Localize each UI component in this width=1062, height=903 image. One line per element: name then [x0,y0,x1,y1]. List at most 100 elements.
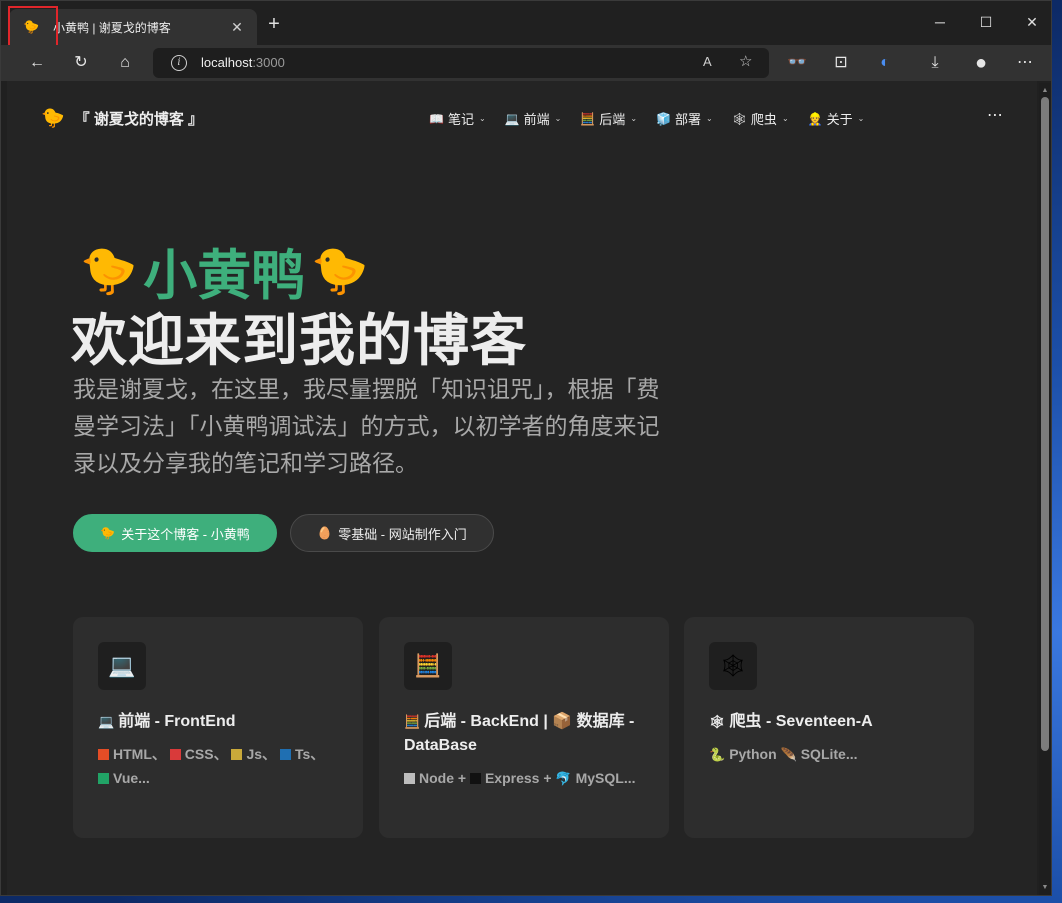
chevron-down-icon: ⌄ [478,114,486,123]
css-icon [169,749,181,760]
site-info-icon[interactable]: i [171,55,187,71]
read-aloud-icon[interactable]: A [703,54,712,69]
tech-label: HTML、 [113,746,166,762]
home-button[interactable]: ⌂ [111,50,139,76]
extension-blue-icon[interactable]: ◐ [871,50,899,76]
nav-item-notes[interactable]: 📖 笔记 ⌄ [429,109,486,128]
new-tab-button[interactable]: + [263,13,285,35]
profile-avatar[interactable]: ● [967,50,995,76]
tab-title: 小黄鸭 | 谢夏戈的博客 [53,20,171,35]
url-text[interactable]: localhost:3000 [201,55,285,70]
tech-item-python: 🐍 Python [709,746,781,762]
tech-label: SQLite... [800,746,858,762]
book-icon: 📖 [429,111,444,126]
add-favorite-icon[interactable]: ☆ [739,52,752,70]
nav-label: 部署 [674,112,701,127]
tech-item-js: Js、 [231,746,276,762]
extension-face-icon[interactable]: ⊡ [827,50,855,76]
nav-item-backend[interactable]: 🧮 后端 ⌄ [580,109,637,128]
tab-favicon-icon: 🐤 [23,19,40,34]
chevron-down-icon: ⌄ [857,114,865,123]
tech-label: Vue... [113,770,150,786]
nav-item-frontend[interactable]: 💻 前端 ⌄ [505,109,562,128]
chevron-down-icon: ⌄ [781,114,789,123]
abacus-icon: 🧮 [580,111,596,126]
browser-tab[interactable]: 🐤 小黄鸭 | 谢夏戈的博客 ✕ [9,9,257,45]
abacus-icon: 🧮 [404,714,421,729]
tech-label: Python [729,746,781,762]
nav-label: 后端 [599,112,626,127]
vue-icon [98,773,109,784]
tech-item-sqlite: 🪶 SQLite... [781,746,858,762]
nav-item-deploy[interactable]: 🧊 部署 ⌄ [656,109,713,128]
scrollbar-thumb[interactable] [1041,97,1049,751]
back-button[interactable]: ← [23,50,51,76]
site-brand[interactable]: 🐤 『 谢夏戈的博客 』 [41,106,203,130]
ts-icon [279,749,291,760]
card-description: Node + Express + 🐬 MySQL... [404,766,649,791]
laptop-icon: 💻 [504,111,520,126]
sqlite-icon: 🪶 [780,747,797,762]
tech-item-node: Node + [404,770,470,786]
feature-card-crawler[interactable]: 🕸 🕸 爬虫 - Seventeen-A 🐍 Python 🪶 SQLite... [684,617,974,838]
beginner-guide-button[interactable]: 🥚 零基础 - 网站制作入门 [290,514,494,552]
minimize-button[interactable]: ─ [917,11,963,33]
hero-description: 我是谢夏戈，在这里，我尽量摆脱「知识诅咒」，根据「费曼学习法」「小黄鸭调试法」的… [73,376,660,476]
node-icon [404,773,415,784]
chevron-down-icon: ⌄ [705,114,713,123]
chick-icon: 🐤 [80,244,138,296]
tech-item-html: HTML、 [98,746,166,762]
nav-label: 关于 [826,112,853,127]
tech-label: Node + [419,770,470,786]
express-icon [469,773,481,784]
button-label: 关于这个博客 - 小黄鸭 [121,526,250,542]
tech-item-express: Express + [469,770,555,786]
url-host: localhost [201,55,253,70]
tab-close-icon[interactable]: ✕ [227,19,247,36]
duck-icon: 🐤 [100,526,116,540]
address-bar[interactable]: i localhost:3000 A ☆ [153,48,769,78]
maximize-button[interactable]: ☐ [963,11,1009,33]
url-port: :3000 [252,55,285,70]
feature-card-backend[interactable]: 🧮 🧮 后端 - BackEnd | 📦 数据库 - DataBase Node … [379,617,669,838]
tech-label: CSS、 [184,746,228,762]
tech-item-vue: Vue... [98,770,150,786]
card-title: 🧮 后端 - BackEnd | 📦 数据库 - DataBase [404,710,654,758]
tech-label: MySQL... [575,770,636,786]
tech-item-mysql: 🐬 MySQL... [555,770,635,786]
close-window-button[interactable]: ✕ [1009,11,1051,33]
settings-more-icon[interactable]: ⋯ [1011,50,1039,76]
chevron-down-icon: ⌄ [630,114,638,123]
reload-button[interactable]: ↻ [67,50,95,76]
extension-glasses-icon[interactable]: 👓 [783,50,811,76]
duck-logo-icon: 🐤 [41,108,65,129]
html-icon [98,749,109,760]
laptop-icon: 💻 [98,714,115,729]
about-blog-button[interactable]: 🐤 关于这个博客 - 小黄鸭 [73,514,277,552]
scroll-down-icon[interactable]: ▼ [1041,884,1049,891]
nav-item-about[interactable]: 👷 关于 ⌄ [808,109,865,128]
spider-web-icon: 🕸 [709,714,726,729]
nav-more-icon[interactable]: ⋯ [987,105,1004,125]
card-description: HTML、 CSS、 Js、 Ts、 Vue... [98,742,343,790]
worker-icon: 👷 [807,111,823,126]
card-title: 🕸 爬虫 - Seventeen-A [709,710,959,734]
nav-item-crawler[interactable]: 🕸 爬虫 ⌄ [732,109,789,128]
spider-web-icon: 🕸 [731,111,747,126]
abacus-icon: 🧮 [404,642,452,690]
web-page: 🐤 『 谢夏戈的博客 』 📖 笔记 ⌄ 💻 前端 ⌄ 🧮 后端 ⌄ 🧊 部署 ⌄… [7,81,1037,895]
laptop-icon: 💻 [98,642,146,690]
downloads-icon[interactable]: ⤓ [921,50,949,76]
cube-icon: 🧊 [656,111,671,126]
spider-web-icon: 🕸 [709,642,757,690]
mysql-dolphin-icon: 🐬 [555,771,572,786]
chevron-down-icon: ⌄ [554,114,562,123]
nav-label: 爬虫 [750,112,777,127]
browser-toolbar: ← ↻ ⌂ i localhost:3000 A ☆ 👓 ⊡ ◐ ⤓ ● ⋯ [1,45,1051,81]
scroll-up-icon[interactable]: ▲ [1041,87,1049,94]
js-icon [231,749,243,760]
feature-card-frontend[interactable]: 💻 💻 前端 - FrontEnd HTML、 CSS、 Js、 Ts、 Vue.… [73,617,363,838]
button-label: 零基础 - 网站制作入门 [338,526,467,542]
egg-icon: 🥚 [317,526,333,540]
page-scrollbar[interactable]: ▲ ▼ [1039,83,1051,895]
